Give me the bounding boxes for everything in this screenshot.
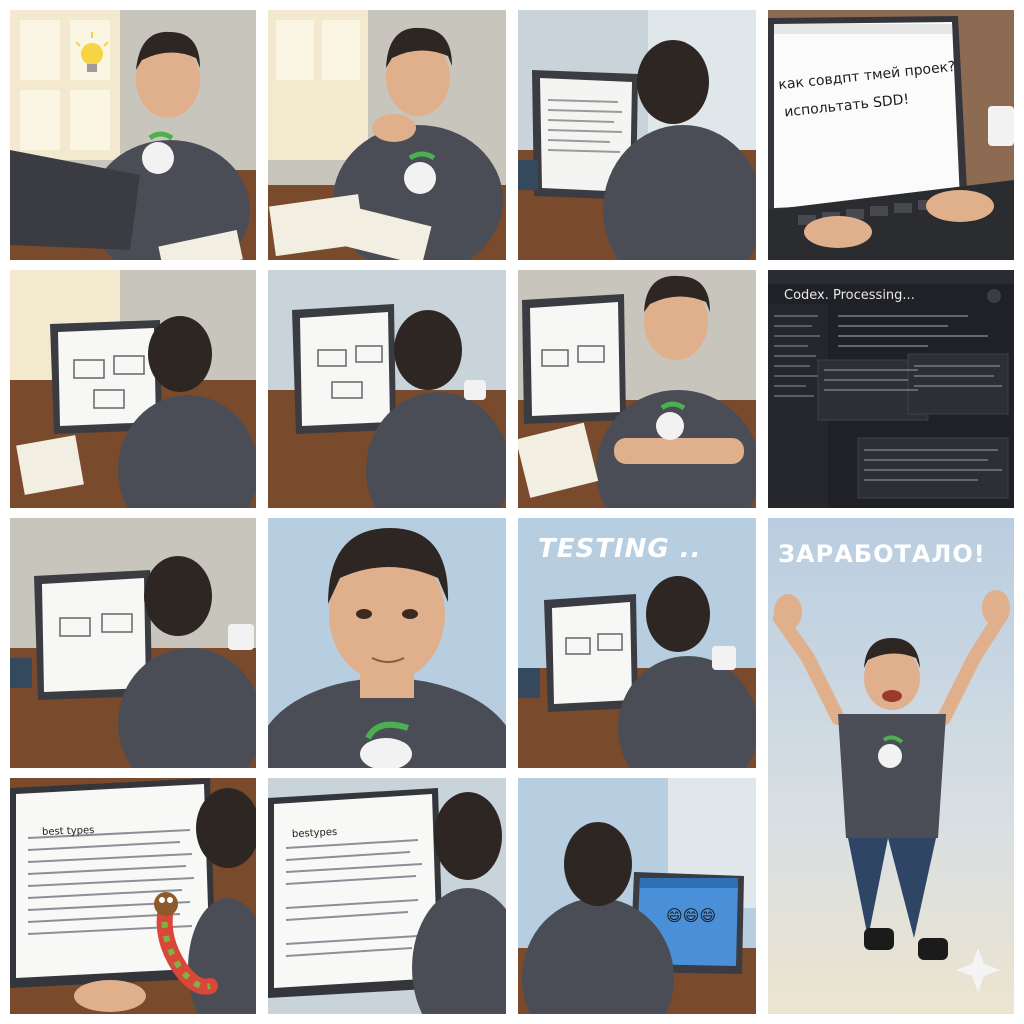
panel-back-reading-art	[518, 10, 756, 260]
panel-diagram-typing-art	[10, 270, 256, 508]
panel-success-screen-art	[518, 778, 756, 1014]
panel-codex: Codex. Processing...	[768, 270, 1014, 508]
panel-reading-worm-art	[10, 778, 256, 1014]
panel-back-reading	[518, 10, 756, 260]
panel-testing: TESTING ..	[518, 518, 756, 768]
panel-closeup-art	[268, 518, 506, 768]
panel-diagram-back	[268, 270, 506, 508]
panel-success-screen: 😄😄😄	[518, 778, 756, 1014]
panel-diagram-back-art	[268, 270, 506, 508]
panel-diagram-typing	[10, 270, 256, 508]
sparkle-icon	[956, 948, 1000, 992]
panel-working	[10, 518, 256, 768]
panel-reading-worm: best types	[10, 778, 256, 1014]
panel-pondering	[268, 10, 506, 260]
worked-caption: ЗАРАБОТАЛО!	[778, 540, 986, 568]
success-emoji: 😄😄😄	[666, 906, 717, 925]
panel-working-art	[10, 518, 256, 768]
panel-celebration-art	[773, 590, 1010, 992]
panel-reading-doc: bestypes	[268, 778, 506, 1014]
comic-grid: как совдпт тмей проек? испольтать SDD! C…	[0, 0, 1024, 1024]
testing-caption: TESTING ..	[538, 534, 702, 564]
panel-confident	[518, 270, 756, 508]
panel-codex-art	[768, 270, 1014, 508]
codex-title: Codex. Processing...	[784, 288, 915, 303]
panel-reading-doc-art	[268, 778, 506, 1014]
panel-celebration: ЗАРАБОТАЛО!	[768, 518, 1014, 1014]
panel-closeup	[268, 518, 506, 768]
panel-screen-question-art	[768, 10, 1014, 260]
panel-idea-art	[10, 10, 256, 260]
panel-confident-art	[518, 270, 756, 508]
panel-idea	[10, 10, 256, 260]
panel-screen-question: как совдпт тмей проек? испольтать SDD!	[768, 10, 1014, 260]
panel-pondering-art	[268, 10, 506, 260]
screen-tab-label: best types	[41, 825, 95, 838]
